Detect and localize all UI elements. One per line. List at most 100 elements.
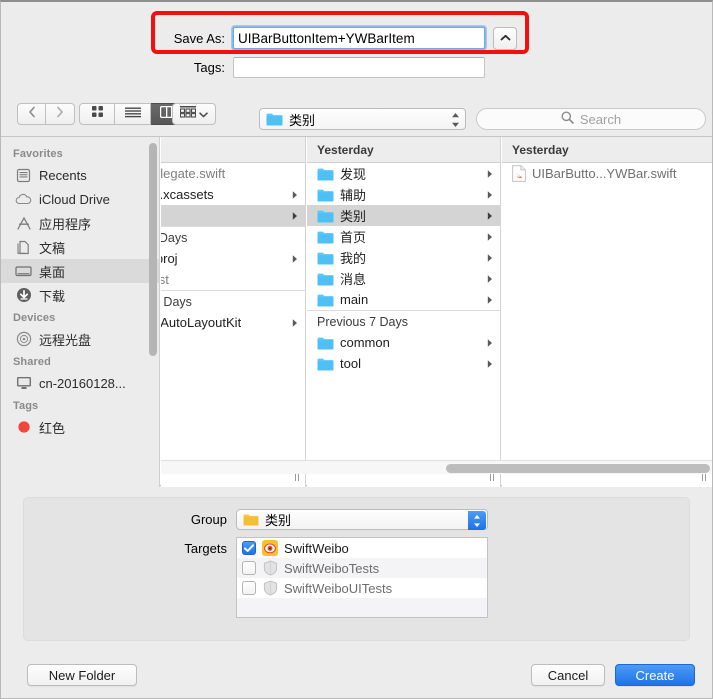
file-row-label: list <box>161 272 169 287</box>
arrange-menu-button[interactable] <box>172 103 216 125</box>
tags-label: Tags: <box>193 59 225 75</box>
target-checkbox[interactable] <box>242 541 256 555</box>
desktop-icon <box>15 263 32 280</box>
folder-row[interactable]: 首页 <box>307 226 500 247</box>
folder-icon <box>317 272 334 286</box>
sidebar-item-desktop[interactable]: 桌面 <box>1 259 159 283</box>
file-row[interactable]: lproj <box>161 248 305 269</box>
sidebar-item-label: 文稿 <box>39 240 66 256</box>
swift-file-icon <box>512 165 526 182</box>
folder-row[interactable]: 辅助 <box>307 184 500 205</box>
file-browser: Favorites Recents iCloud Drive 应用程序 文稿 桌… <box>1 136 712 487</box>
create-button[interactable]: Create <box>615 664 695 686</box>
cancel-button[interactable]: Cancel <box>531 664 605 686</box>
target-checkbox[interactable] <box>242 561 256 575</box>
group-row: Group 类别 <box>171 509 488 530</box>
folder-icon <box>317 230 334 244</box>
save-as-area: Save As: Tags: <box>1 4 712 92</box>
targets-list: SwiftWeibo SwiftWeiboTests SwiftWeiboUIT… <box>236 537 488 618</box>
chevron-right-icon <box>292 315 298 330</box>
folder-row-label: 首页 <box>340 230 367 245</box>
target-list-item[interactable]: SwiftWeiboUITests <box>237 578 487 598</box>
group-popup-button[interactable]: 类别 <box>236 509 488 530</box>
cloud-icon <box>15 191 32 208</box>
folder-row[interactable]: 消息 <box>307 268 500 289</box>
sidebar-item-tag-red[interactable]: 红色 <box>1 415 159 439</box>
folder-row[interactable]: 类别 <box>307 205 500 226</box>
sidebar-section-devices-title: Devices <box>13 312 56 324</box>
file-row[interactable]: elegate.swift <box>161 163 305 184</box>
back-button[interactable] <box>17 103 46 125</box>
computer-icon <box>15 375 32 392</box>
forward-button[interactable] <box>46 103 75 125</box>
chevron-right-icon <box>487 335 493 350</box>
browser-horizontal-scrollbar-thumb[interactable] <box>446 464 710 473</box>
sidebar-item-label: 桌面 <box>39 264 66 280</box>
updown-arrows-icon <box>451 111 460 129</box>
browser-horizontal-scrollbar[interactable] <box>161 460 712 474</box>
icon-view-button[interactable] <box>79 103 115 125</box>
sidebar-item-label: 红色 <box>39 420 66 436</box>
file-row-label: lproj <box>161 251 178 266</box>
file-row[interactable]: UIBarButto...YWBar.swift <box>502 163 712 184</box>
folder-row[interactable]: common <box>307 332 500 353</box>
folder-row[interactable]: 我的 <box>307 247 500 268</box>
folder-row-label: 我的 <box>340 251 367 266</box>
dialog-button-bar: New Folder Cancel Create <box>1 652 712 698</box>
accessory-view: Group 类别 Targets SwiftWeibo SwiftWeiboTe… <box>1 487 712 655</box>
group-popup-label: 类别 <box>265 513 292 528</box>
search-field[interactable]: Search <box>476 108 706 130</box>
sidebar-item-documents[interactable]: 文稿 <box>1 235 159 259</box>
folder-row-label: common <box>340 335 390 350</box>
view-mode-buttons <box>79 103 187 125</box>
column-2-header: Yesterday <box>307 137 500 163</box>
folder-row[interactable]: 发现 <box>307 163 500 184</box>
file-row[interactable]: s.xcassets <box>161 184 305 205</box>
folder-row[interactable]: main <box>307 289 500 310</box>
chevron-right-icon <box>487 229 493 244</box>
tags-input[interactable] <box>233 56 485 78</box>
folder-icon <box>317 251 334 265</box>
sidebar-item-label: 应用程序 <box>39 216 92 232</box>
disc-icon <box>15 331 32 348</box>
sidebar-item-remote-disc[interactable]: 远程光盘 <box>1 327 159 351</box>
new-folder-button[interactable]: New Folder <box>27 664 137 686</box>
chevron-right-icon <box>487 187 493 202</box>
target-checkbox[interactable] <box>242 581 256 595</box>
save-as-input[interactable] <box>231 25 487 51</box>
sidebar-item-applications[interactable]: 应用程序 <box>1 211 159 235</box>
folder-row-label: 发现 <box>340 167 367 182</box>
sidebar-item-label: 下载 <box>39 288 66 304</box>
sidebar-item-label: iCloud Drive <box>39 191 110 207</box>
list-view-button[interactable] <box>115 103 151 125</box>
folder-icon <box>317 209 334 223</box>
target-list-empty-row <box>237 598 487 617</box>
file-row[interactable]: list <box>161 269 305 290</box>
chevron-right-icon <box>487 166 493 181</box>
target-label: SwiftWeiboUITests <box>284 580 393 596</box>
file-row[interactable] <box>161 205 305 226</box>
target-list-item[interactable]: SwiftWeibo <box>237 538 487 558</box>
documents-icon <box>15 239 32 256</box>
folder-row[interactable]: tool <box>307 353 500 374</box>
expand-panel-button[interactable] <box>493 26 517 50</box>
sidebar-item-downloads[interactable]: 下载 <box>1 283 159 307</box>
test-bundle-icon <box>262 580 278 596</box>
sidebar-item-shared-computer[interactable]: cn-20160128... <box>1 371 159 395</box>
chevron-up-icon <box>500 29 511 47</box>
sidebar-item-icloud-drive[interactable]: iCloud Drive <box>1 187 159 211</box>
sidebar-scrollbar[interactable] <box>149 143 157 356</box>
sidebar-item-recents[interactable]: Recents <box>1 163 159 187</box>
path-popup-button[interactable]: 类别 <box>259 108 466 130</box>
folder-icon <box>266 112 283 126</box>
grid-icon <box>91 105 104 123</box>
column-3-header: Yesterday <box>502 137 712 163</box>
file-row[interactable]: _AutoLayoutKit <box>161 312 305 333</box>
target-label: SwiftWeibo <box>284 540 349 556</box>
browser-column-1: elegate.swift s.xcassets ' Days lproj <box>161 137 306 487</box>
target-list-item[interactable]: SwiftWeiboTests <box>237 558 487 578</box>
column-2-group-header: Previous 7 Days <box>307 310 500 332</box>
save-dialog: Save As: Tags: <box>0 0 713 699</box>
sidebar-section-tags-title: Tags <box>13 400 39 412</box>
sidebar-section-shared-title: Shared <box>13 356 51 368</box>
